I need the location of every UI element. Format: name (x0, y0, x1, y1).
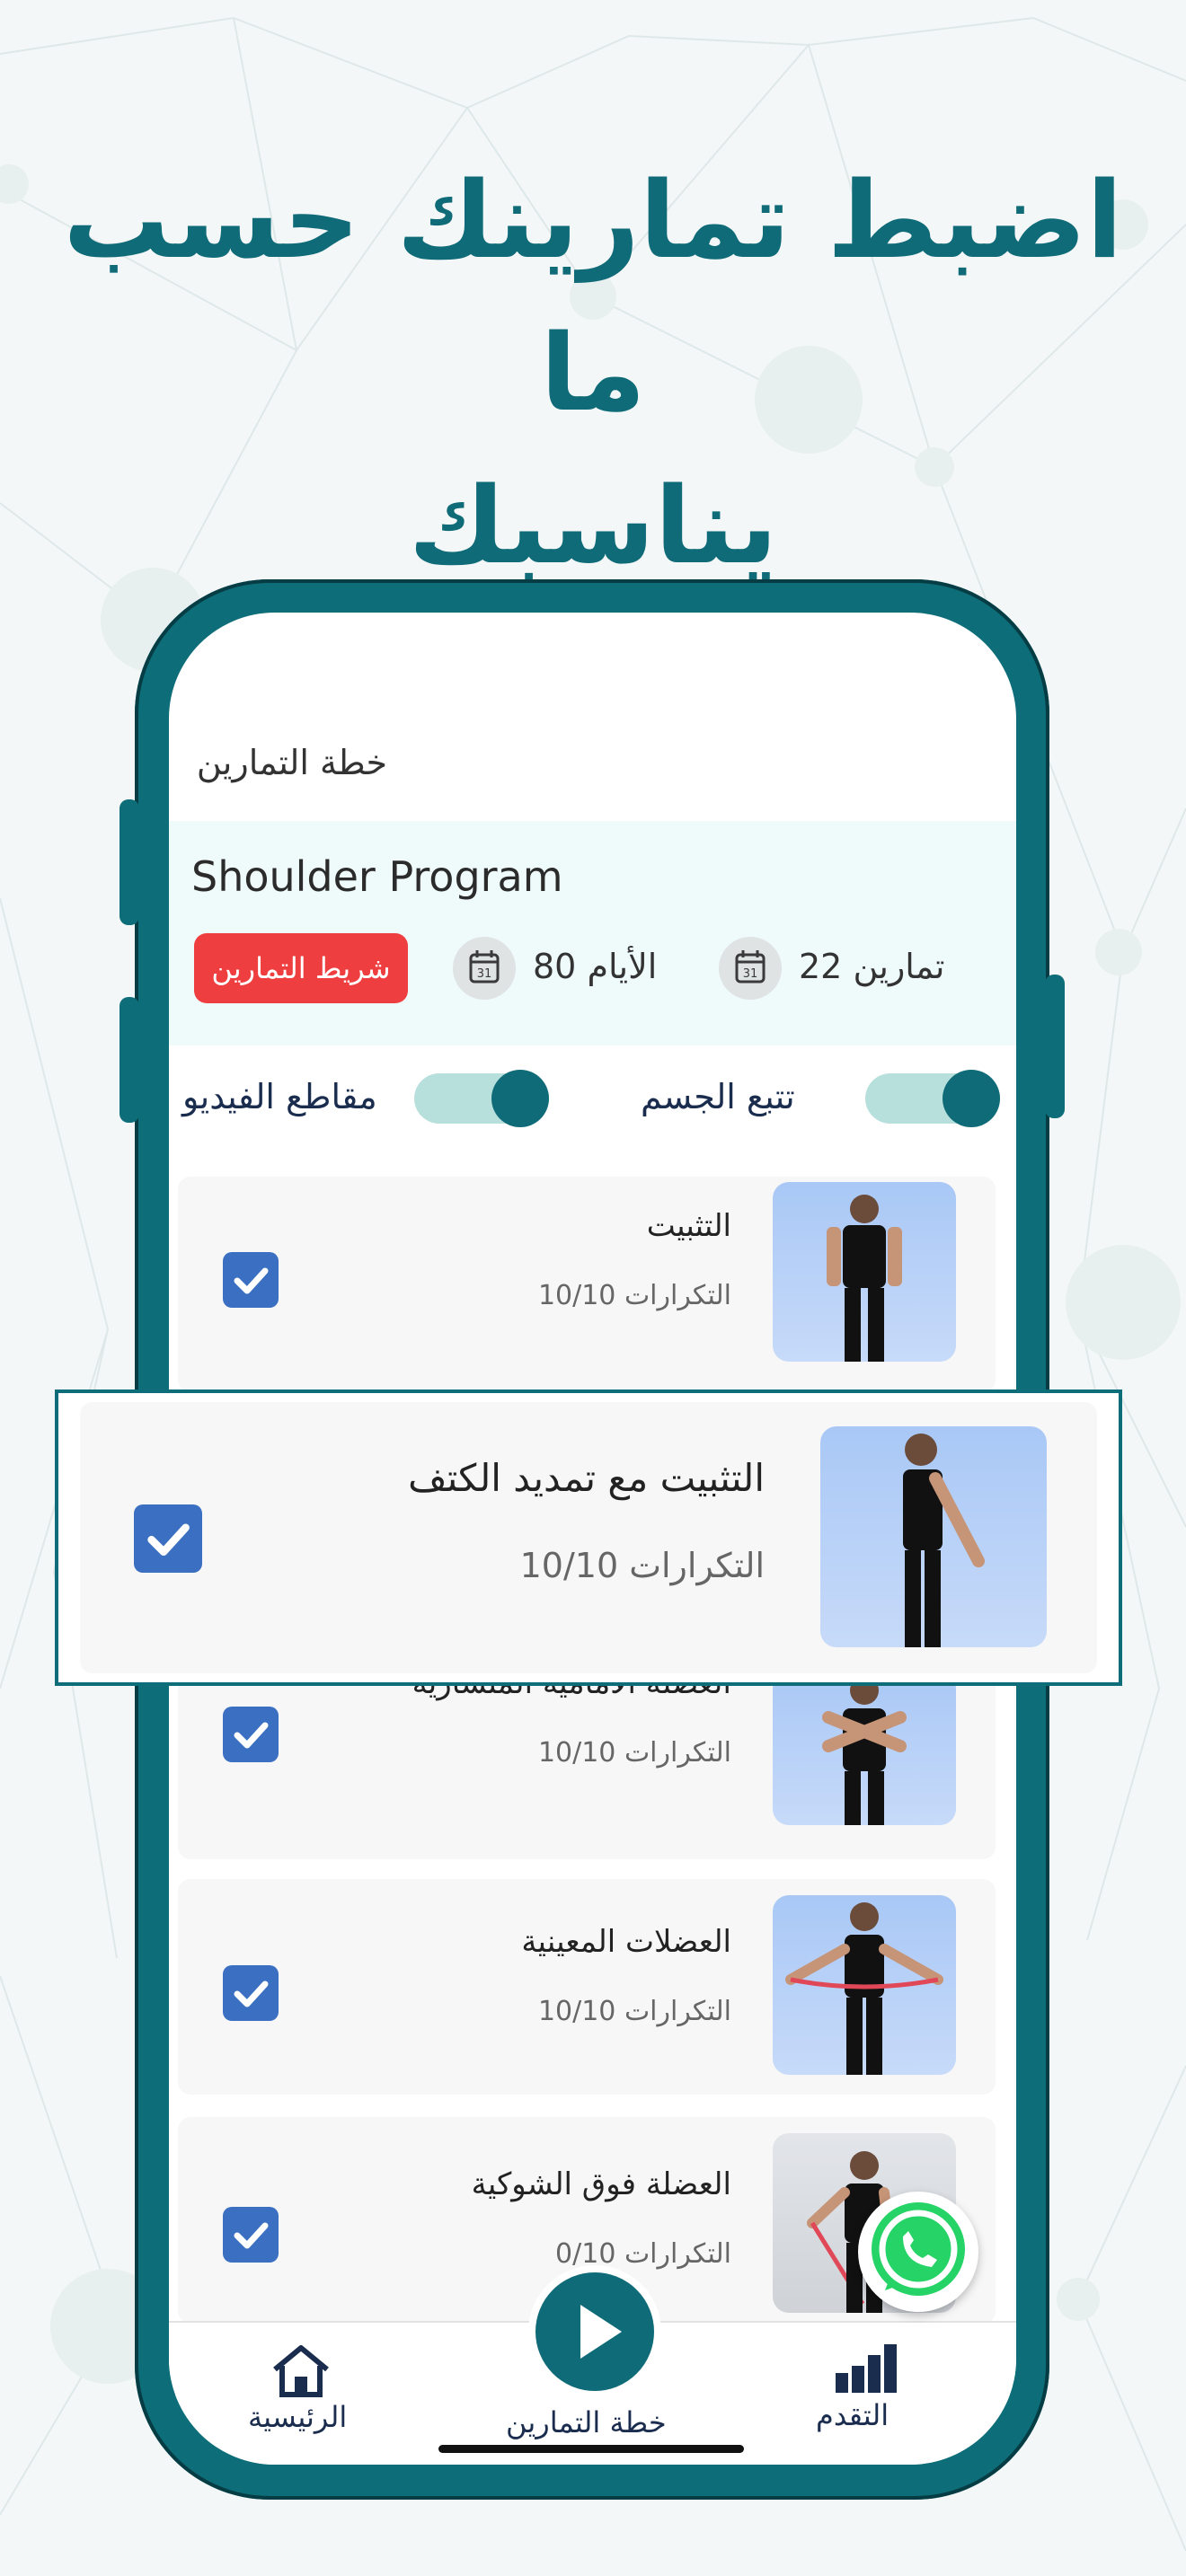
program-name: Shoulder Program (191, 852, 563, 901)
program-card: Shoulder Program تمارين 22 31 الأيام 80 … (169, 821, 1016, 1045)
exercise-thumbnail (820, 1426, 1047, 1647)
exercise-reps: التكرارات 10/10 (537, 1996, 731, 2027)
exercise-checkbox[interactable] (223, 2207, 279, 2263)
exercise-checkbox[interactable] (134, 1504, 202, 1573)
exercise-checkbox[interactable] (223, 1965, 279, 2021)
exercise-card[interactable]: العضلة الأمامية المنشارية التكرارات 10/1… (178, 1665, 996, 1859)
whatsapp-icon (872, 2202, 965, 2296)
exercise-reps: التكرارات 10/10 (519, 1546, 765, 1585)
whatsapp-button[interactable] (858, 2192, 978, 2312)
bar-chart-icon (836, 2344, 897, 2393)
check-icon (234, 1981, 269, 2007)
exercise-card[interactable]: العضلات المعينية التكرارات 10/10 (178, 1879, 996, 2095)
phone-side-button (1045, 975, 1065, 1118)
exercises-stat: تمارين 22 (799, 947, 945, 986)
play-icon (580, 2305, 622, 2359)
nav-progress[interactable] (834, 2342, 898, 2398)
exercise-title: التثبيت مع تمديد الكتف (408, 1456, 765, 1500)
svg-text:31: 31 (743, 967, 758, 981)
exercise-reps: التكرارات 10/10 (537, 1737, 731, 1769)
check-icon (234, 1267, 269, 1294)
exercise-thumbnail (773, 1182, 956, 1362)
exercise-tape-button[interactable]: شريط التمارين (194, 933, 408, 1003)
highlighted-exercise-card[interactable]: التثبيت مع تمديد الكتف التكرارات 10/10 (80, 1402, 1097, 1673)
check-icon (234, 2222, 269, 2249)
days-stat: الأيام 80 (533, 947, 658, 986)
toggle-knob (491, 1070, 549, 1127)
phone-side-button (119, 997, 139, 1123)
exercise-reps: التكرارات 10/10 (537, 1280, 731, 1311)
video-clips-toggle[interactable] (414, 1070, 549, 1127)
screen-title: خطة التمارين (196, 743, 387, 782)
exercise-title: التثبيت (646, 1208, 731, 1244)
body-tracking-toggle[interactable] (865, 1070, 1000, 1127)
nav-home-label[interactable]: الرئيسية (248, 2400, 347, 2434)
exercise-checkbox[interactable] (223, 1252, 279, 1308)
headline: اضبط تمارينك حسب ما يناسبك (0, 144, 1186, 602)
nav-home[interactable] (270, 2342, 332, 2404)
nav-plan-label[interactable]: خطة التمارين (506, 2405, 667, 2439)
exercise-thumbnail (773, 1895, 956, 2075)
calendar-icon: 31 (453, 937, 516, 1000)
check-icon (234, 1722, 269, 1749)
exercise-checkbox[interactable] (223, 1707, 279, 1762)
exercise-title: العضلة فوق الشوكية (471, 2166, 731, 2202)
phone-side-button (119, 799, 139, 925)
home-indicator (438, 2445, 744, 2453)
exercise-card[interactable]: التثبيت التكرارات 10/10 (178, 1177, 996, 1392)
play-button[interactable] (528, 2265, 661, 2398)
video-clips-label: مقاطع الفيديو (182, 1077, 377, 1116)
check-icon (147, 1523, 190, 1556)
highlighted-exercise-frame: التثبيت مع تمديد الكتف التكرارات 10/10 (55, 1389, 1122, 1686)
home-icon (273, 2345, 329, 2397)
toggle-knob (943, 1070, 1000, 1127)
exercise-thumbnail (773, 1672, 956, 1825)
headline-line-1: اضبط تمارينك حسب ما (63, 158, 1123, 435)
exercise-title: العضلات المعينية (521, 1924, 731, 1960)
nav-progress-label[interactable]: التقدم (816, 2398, 889, 2432)
calendar-icon: 31 (719, 937, 782, 1000)
body-tracking-label: تتبع الجسم (641, 1077, 795, 1116)
svg-text:31: 31 (477, 967, 492, 981)
exercise-reps: التكرارات 0/10 (555, 2238, 731, 2270)
